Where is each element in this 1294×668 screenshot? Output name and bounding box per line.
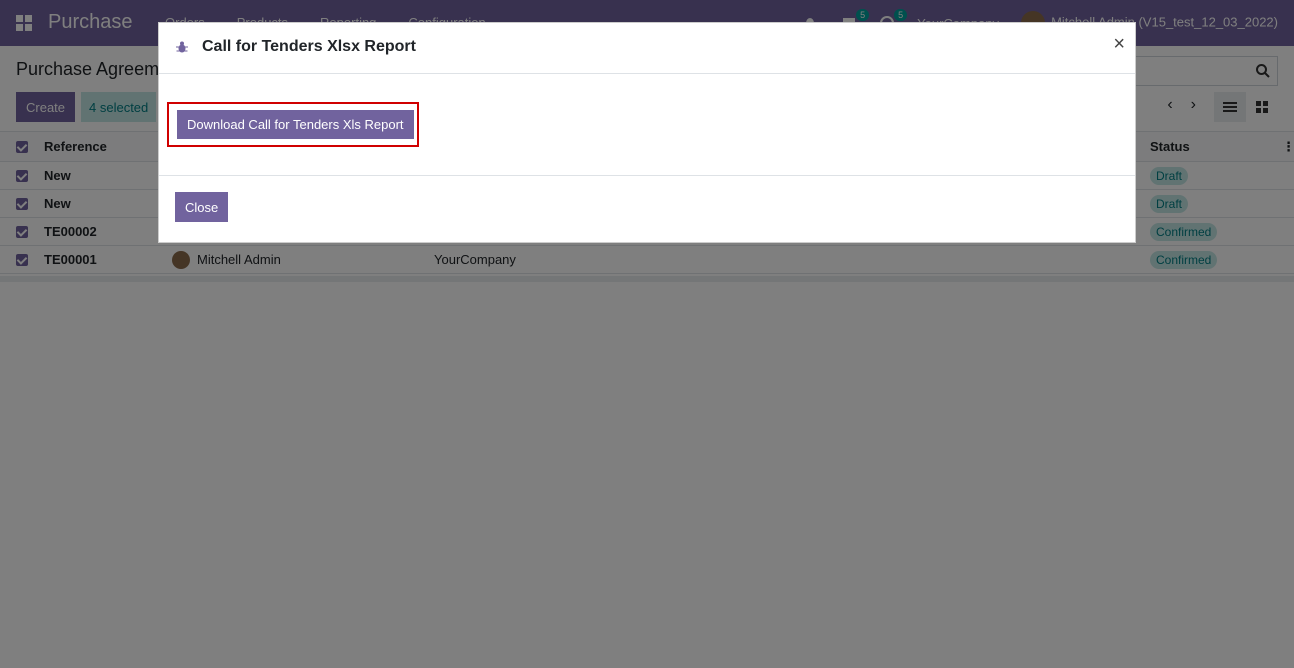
download-report-button[interactable]: Download Call for Tenders Xls Report [177,110,414,139]
dialog-header: Call for Tenders Xlsx Report × [159,23,1135,74]
close-icon[interactable]: × [1113,34,1125,54]
dialog-body: Download Call for Tenders Xls Report [159,74,1135,175]
dialog-footer: Close [159,175,1135,243]
dialog-title: Call for Tenders Xlsx Report [202,38,416,55]
bug-icon [176,41,188,53]
highlight-box: Download Call for Tenders Xls Report [167,102,419,147]
close-button[interactable]: Close [175,192,229,222]
report-dialog: Call for Tenders Xlsx Report × Download … [158,22,1136,243]
